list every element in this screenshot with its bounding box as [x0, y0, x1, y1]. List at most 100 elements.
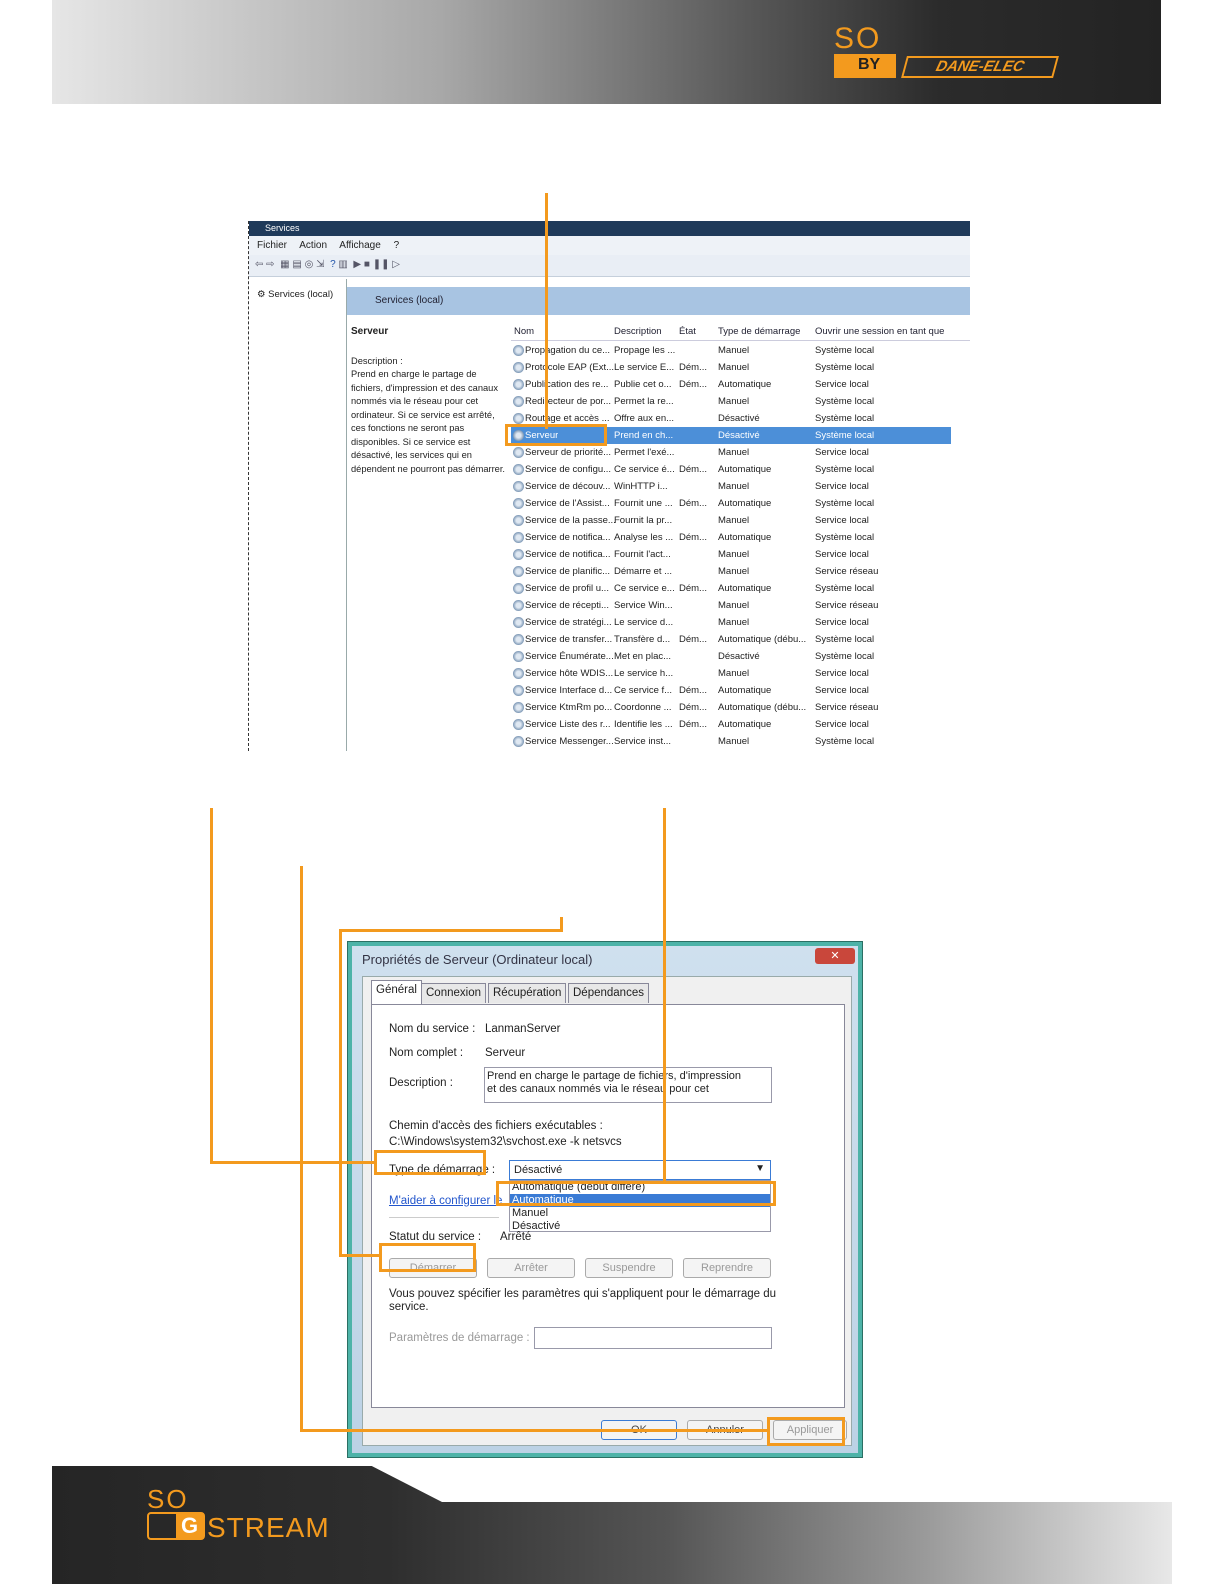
- tab-recuperation[interactable]: Récupération: [488, 983, 567, 1003]
- table-row[interactable]: Service de récepti... Service Win... Manue…: [511, 597, 951, 614]
- tree-services-local[interactable]: Services (local): [268, 289, 333, 300]
- highlight-serveur-row: [505, 424, 607, 446]
- gear-icon: [513, 532, 524, 543]
- forward-icon[interactable]: ⇨: [266, 259, 274, 270]
- footer-logo: SO G STREAM: [145, 1484, 385, 1544]
- tab-connexion[interactable]: Connexion: [421, 983, 486, 1003]
- option-desactive[interactable]: Désactivé: [510, 1220, 770, 1233]
- table-row[interactable]: Service de notifica... Analyse les ... Dém…: [511, 529, 951, 546]
- stop-button[interactable]: Arrêter: [487, 1258, 575, 1278]
- footer-logo-so: SO: [147, 1484, 189, 1514]
- help-link[interactable]: M'aider à configurer le: [389, 1195, 502, 1207]
- table-cell: Système local: [815, 583, 875, 594]
- table-row[interactable]: Service Messenger... Service inst... Manue…: [511, 733, 951, 750]
- table-row[interactable]: Service Énumérate... Met en plac... Désact…: [511, 648, 951, 665]
- callout-line-start-tick: [560, 917, 563, 932]
- full-name-label: Nom complet :: [389, 1047, 464, 1059]
- params-input[interactable]: [534, 1327, 772, 1349]
- table-cell: Service hôte WDIS...: [525, 668, 614, 679]
- col-ouvrir-session[interactable]: Ouvrir une session en tant que: [815, 326, 944, 337]
- general-panel: Nom du service : LanmanServer Nom comple…: [371, 1004, 845, 1408]
- table-cell: Service réseau: [815, 702, 879, 713]
- services-window: Services Fichier Action Affichage ? ⇦ ⇨ …: [248, 221, 970, 751]
- startup-type-select[interactable]: Désactivé ▼: [509, 1160, 771, 1180]
- resume-button[interactable]: Reprendre: [683, 1258, 771, 1278]
- table-row[interactable]: Service de configu... Ce service é... Dém.…: [511, 461, 951, 478]
- table-row[interactable]: Service Liste des r... Identifie les ... D…: [511, 716, 951, 733]
- col-type-demarrage[interactable]: Type de démarrage: [718, 326, 800, 337]
- table-cell: Service local: [815, 379, 869, 390]
- table-cell: Système local: [815, 430, 875, 441]
- gear-icon: ⚙: [257, 289, 266, 300]
- table-row[interactable]: Service Interface d... Ce service f... Dém…: [511, 682, 951, 699]
- stop-icon[interactable]: ■: [364, 259, 370, 270]
- refresh-icon[interactable]: ◎: [305, 259, 314, 270]
- description-label: Description :: [389, 1077, 453, 1089]
- menu-help[interactable]: ?: [394, 240, 400, 251]
- table-cell: Désactivé: [718, 413, 760, 424]
- play-icon[interactable]: ▶: [353, 259, 361, 270]
- option-manuel[interactable]: Manuel: [510, 1207, 770, 1220]
- table-cell: Manuel: [718, 600, 750, 611]
- table-row[interactable]: Serveur de priorité... Permet l'exé... Man…: [511, 444, 951, 461]
- back-icon[interactable]: ⇦: [255, 259, 263, 270]
- gear-icon: [513, 498, 524, 509]
- table-row[interactable]: Publication des re... Publie cet o... Dém.…: [511, 376, 951, 393]
- table-cell: Le service E...: [614, 362, 675, 373]
- gear-icon: [513, 413, 524, 424]
- tab-general[interactable]: Général: [371, 980, 422, 1004]
- description-field[interactable]: Prend en charge le partage de fichiers, …: [484, 1067, 772, 1103]
- col-nom[interactable]: Nom: [514, 326, 534, 337]
- logo-so: SO: [834, 22, 882, 55]
- table-row[interactable]: Service hôte WDIS... Le service h... Manue…: [511, 665, 951, 682]
- view-icon[interactable]: ▥: [338, 259, 347, 270]
- gear-icon: [513, 515, 524, 526]
- console-tree-icon[interactable]: ▦: [280, 259, 289, 270]
- close-button[interactable]: ✕: [815, 948, 855, 964]
- footer-white-cut: [360, 1460, 1180, 1502]
- export-icon[interactable]: ⇲: [316, 259, 324, 270]
- table-row[interactable]: Service de profil u... Ce service e... Dém…: [511, 580, 951, 597]
- col-etat[interactable]: État: [679, 326, 696, 337]
- table-cell: Analyse les ...: [614, 532, 674, 543]
- table-row[interactable]: Service de découv... WinHTTP i... Manuel Se…: [511, 478, 951, 495]
- services-title-bar: Services: [249, 221, 970, 236]
- properties-icon[interactable]: ▤: [292, 259, 301, 270]
- table-row[interactable]: Service de l'Assist... Fournit une ... Dém…: [511, 495, 951, 512]
- table-cell: Automatique (débu...: [718, 702, 807, 713]
- table-row[interactable]: Redirecteur de por... Permet la re... Manu…: [511, 393, 951, 410]
- table-cell: Désactivé: [718, 430, 760, 441]
- table-row[interactable]: Service de transfer... Transfère d... Dém.…: [511, 631, 951, 648]
- table-row[interactable]: Service de notifica... Fournit l'act... Ma…: [511, 546, 951, 563]
- table-row[interactable]: Service de planific... Démarre et ... Manu…: [511, 563, 951, 580]
- table-row[interactable]: Protocole EAP (Ext... Le service E... Dém.…: [511, 359, 951, 376]
- table-cell: Service de configu...: [525, 464, 612, 475]
- pause-icon[interactable]: ❚❚: [373, 259, 390, 270]
- callout-line-serveur: [545, 193, 548, 429]
- callout-line-startup: [210, 808, 213, 1164]
- menu-fichier[interactable]: Fichier: [257, 240, 287, 251]
- table-cell: Système local: [815, 345, 875, 356]
- col-description[interactable]: Description: [614, 326, 662, 337]
- table-row[interactable]: Service KtmRm po... Coordonne ... Dém... Au…: [511, 699, 951, 716]
- table-row[interactable]: Propagation du ce... Propage les ... Manue…: [511, 342, 951, 359]
- services-list: Propagation du ce... Propage les ... Manue…: [511, 342, 951, 750]
- restart-icon[interactable]: ▷: [392, 259, 400, 270]
- tab-dependances[interactable]: Dépendances: [568, 983, 649, 1003]
- table-cell: Dém...: [679, 498, 707, 509]
- menu-action[interactable]: Action: [299, 240, 327, 251]
- help-icon[interactable]: ?: [330, 259, 336, 270]
- description-text: Prend en charge le partage de fichiers, …: [487, 1070, 742, 1095]
- pause-button[interactable]: Suspendre: [585, 1258, 673, 1278]
- path-value: C:\Windows\system32\svchost.exe -k netsv…: [389, 1136, 622, 1148]
- gear-icon: [513, 736, 524, 747]
- table-cell: Service de profil u...: [525, 583, 609, 594]
- table-row[interactable]: Service de stratégi... Le service d... Man…: [511, 614, 951, 631]
- table-cell: Manuel: [718, 481, 750, 492]
- menu-affichage[interactable]: Affichage: [339, 240, 381, 251]
- table-cell: Service local: [815, 685, 869, 696]
- gear-icon: [513, 702, 524, 713]
- table-row[interactable]: Service de la passe... Fournit la pr... Ma…: [511, 512, 951, 529]
- table-cell: Service de notifica...: [525, 549, 611, 560]
- table-cell: Identifie les ...: [614, 719, 673, 730]
